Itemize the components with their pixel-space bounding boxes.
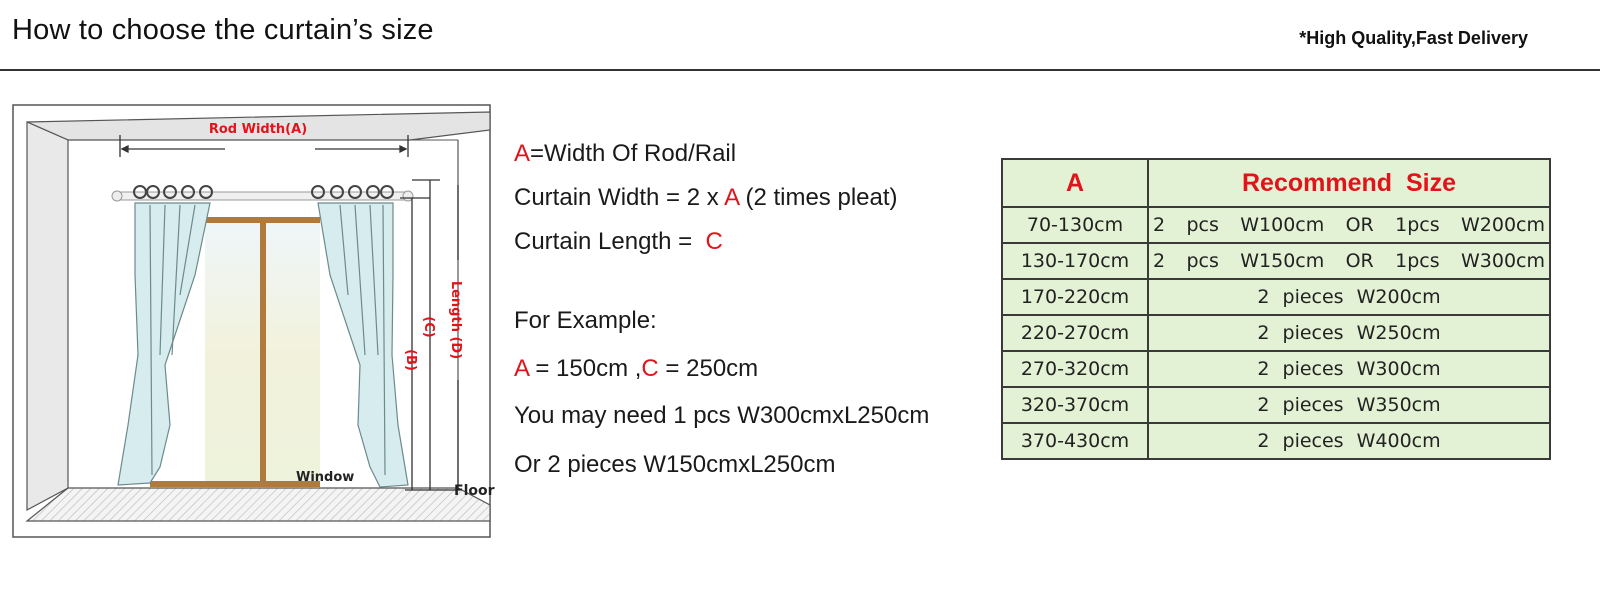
recommend-cell: 2 pieces W250cm: [1147, 314, 1551, 352]
header-a: A: [1001, 158, 1149, 208]
range-cell: 320-370cm: [1001, 386, 1149, 424]
table-row: 270-320cm 2 pieces W300cm: [1001, 350, 1551, 388]
example-values: A = 150cm ,C = 250cm: [514, 355, 759, 382]
recommend-cell: 2 pieces W200cm: [1147, 278, 1551, 316]
range-cell: 170-220cm: [1001, 278, 1149, 316]
curtain-measurement-diagram: Rod Width(A) Length (D) (C) (B) Window F…: [12, 104, 495, 538]
length-d-label: Length (D): [448, 281, 463, 359]
table-row: 370-430cm 2 pieces W400cm: [1001, 422, 1551, 460]
tagline: *High Quality,Fast Delivery: [1299, 28, 1528, 48]
example-option-2: Or 2 pieces W150cmxL250cm: [514, 451, 836, 478]
table-row: 320-370cm 2 pieces W350cm: [1001, 386, 1551, 424]
floor: [25, 487, 491, 522]
definition-a: A=Width Of Rod/Rail: [514, 140, 737, 167]
recommend-cell: 2 pcs W100cm OR 1pcs W200cm: [1147, 206, 1551, 244]
range-cell: 270-320cm: [1001, 350, 1149, 388]
header-recommend-size: Recommend Size: [1147, 158, 1551, 208]
page-title: How to choose the curtain’s size: [12, 14, 434, 46]
table-row: 220-270cm 2 pieces W250cm: [1001, 314, 1551, 352]
table-row: 130-170cm 2 pcs W150cm OR 1pcs W300cm: [1001, 242, 1551, 280]
floor-label: Floor: [454, 483, 495, 499]
header-divider: [0, 69, 1600, 71]
length-c-label: (C): [421, 316, 436, 337]
table-row: 70-130cm 2 pcs W100cm OR 1pcs W200cm: [1001, 206, 1551, 244]
size-recommendation-table: A Recommend Size 70-130cm 2 pcs W100cm O…: [1001, 158, 1551, 460]
example-heading: For Example:: [514, 307, 657, 334]
table-row: 170-220cm 2 pieces W200cm: [1001, 278, 1551, 316]
range-cell: 70-130cm: [1001, 206, 1149, 244]
recommend-cell: 2 pieces W350cm: [1147, 386, 1551, 424]
length-b-label: (B): [403, 349, 418, 371]
range-cell: 220-270cm: [1001, 314, 1149, 352]
curtain-length-formula: Curtain Length = C: [514, 228, 723, 255]
recommend-cell: 2 pieces W300cm: [1147, 350, 1551, 388]
range-cell: 370-430cm: [1001, 422, 1149, 460]
table-header-row: A Recommend Size: [1001, 158, 1551, 208]
example-option-1: You may need 1 pcs W300cmxL250cm: [514, 402, 930, 429]
recommend-cell: 2 pieces W400cm: [1147, 422, 1551, 460]
recommend-cell: 2 pcs W150cm OR 1pcs W300cm: [1147, 242, 1551, 280]
highlight-a: A: [514, 140, 531, 167]
curtain-width-formula: Curtain Width = 2 x A (2 times pleat): [514, 184, 898, 211]
rod-width-label: Rod Width(A): [209, 122, 307, 137]
range-cell: 130-170cm: [1001, 242, 1149, 280]
window-label: Window: [296, 470, 354, 485]
